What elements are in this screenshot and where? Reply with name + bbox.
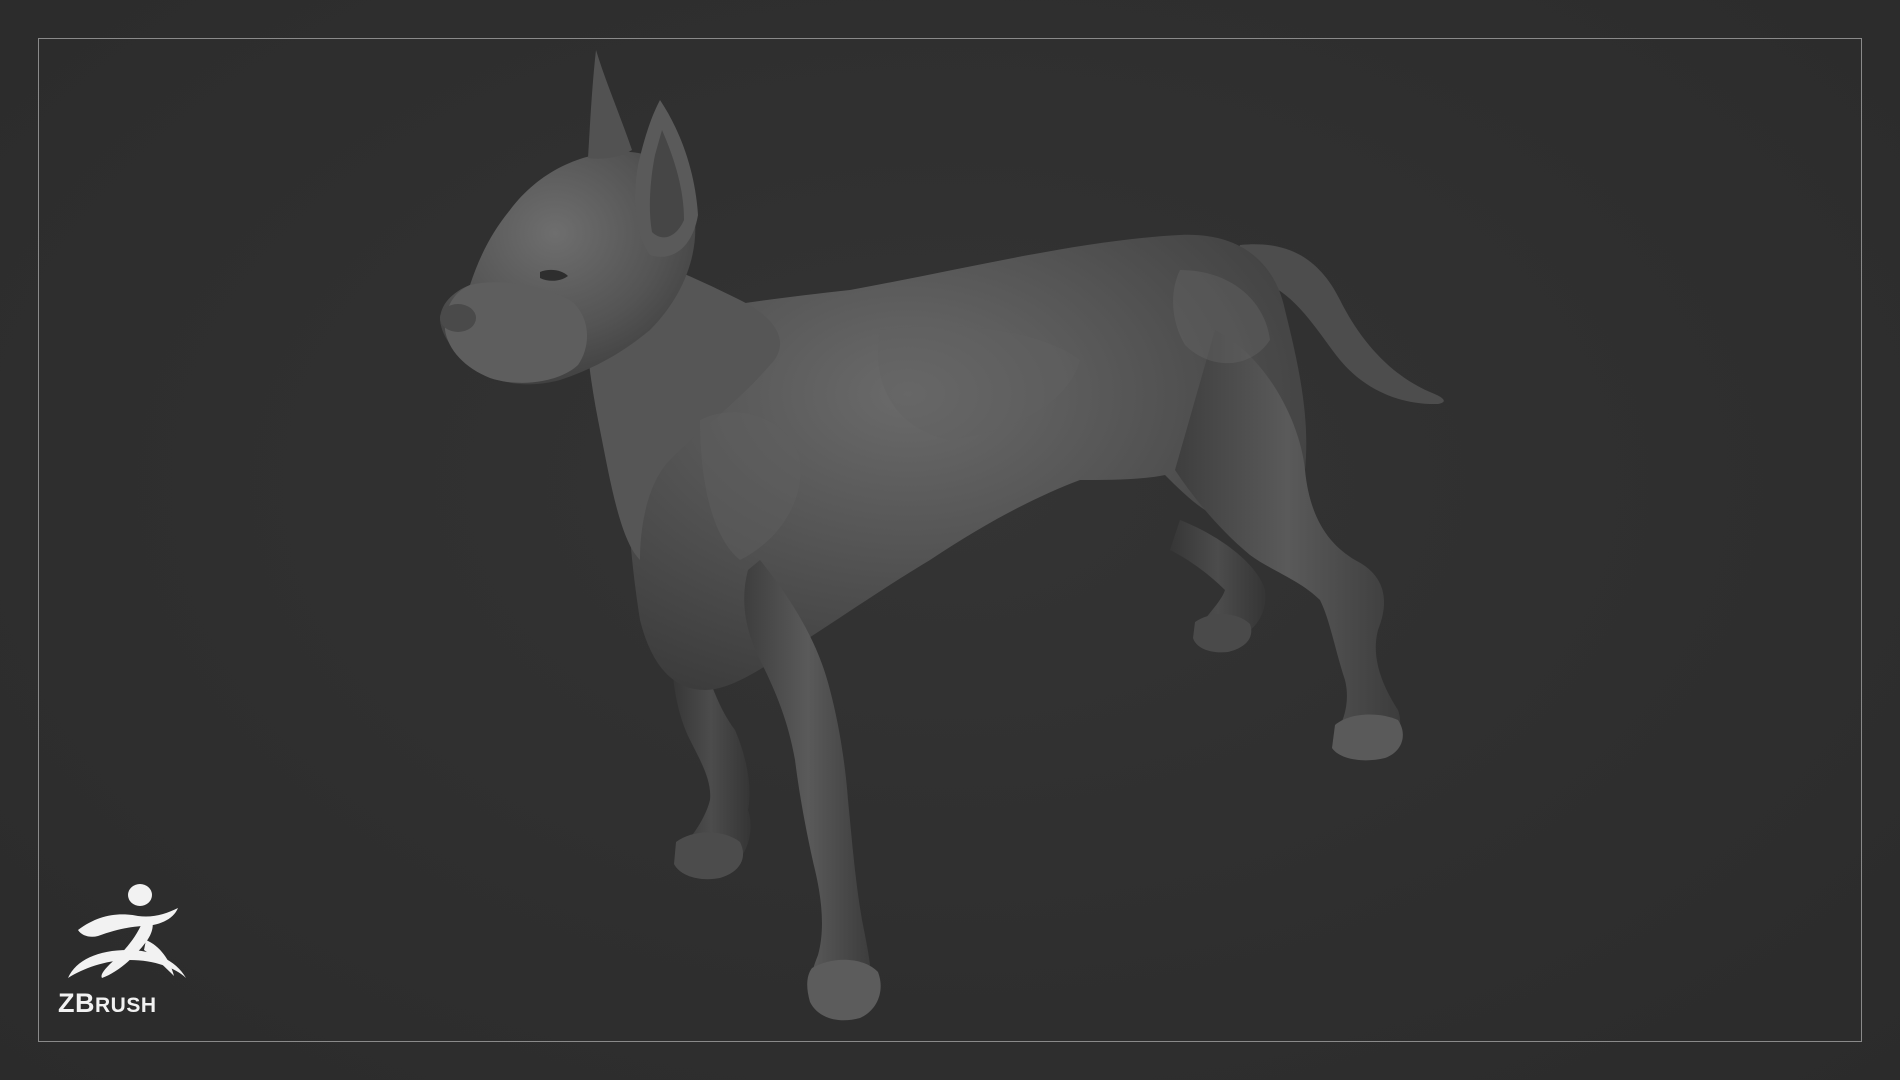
wordmark-small: RUSH [95,994,157,1017]
far-front-paw [674,832,744,880]
viewport-canvas: ZBRUSH [0,0,1900,1080]
far-hind-paw [1193,613,1252,653]
dog-sculpt-model [440,50,1444,1021]
zbrush-runner-icon [68,884,186,978]
near-front-paw [807,959,881,1021]
near-hind-paw [1332,714,1403,761]
left-ear [588,50,632,159]
nose [440,304,476,332]
zbrush-wordmark: ZBRUSH [58,988,157,1019]
zbrush-logo: ZBRUSH [58,880,208,1030]
wordmark-big: ZB [58,988,95,1018]
